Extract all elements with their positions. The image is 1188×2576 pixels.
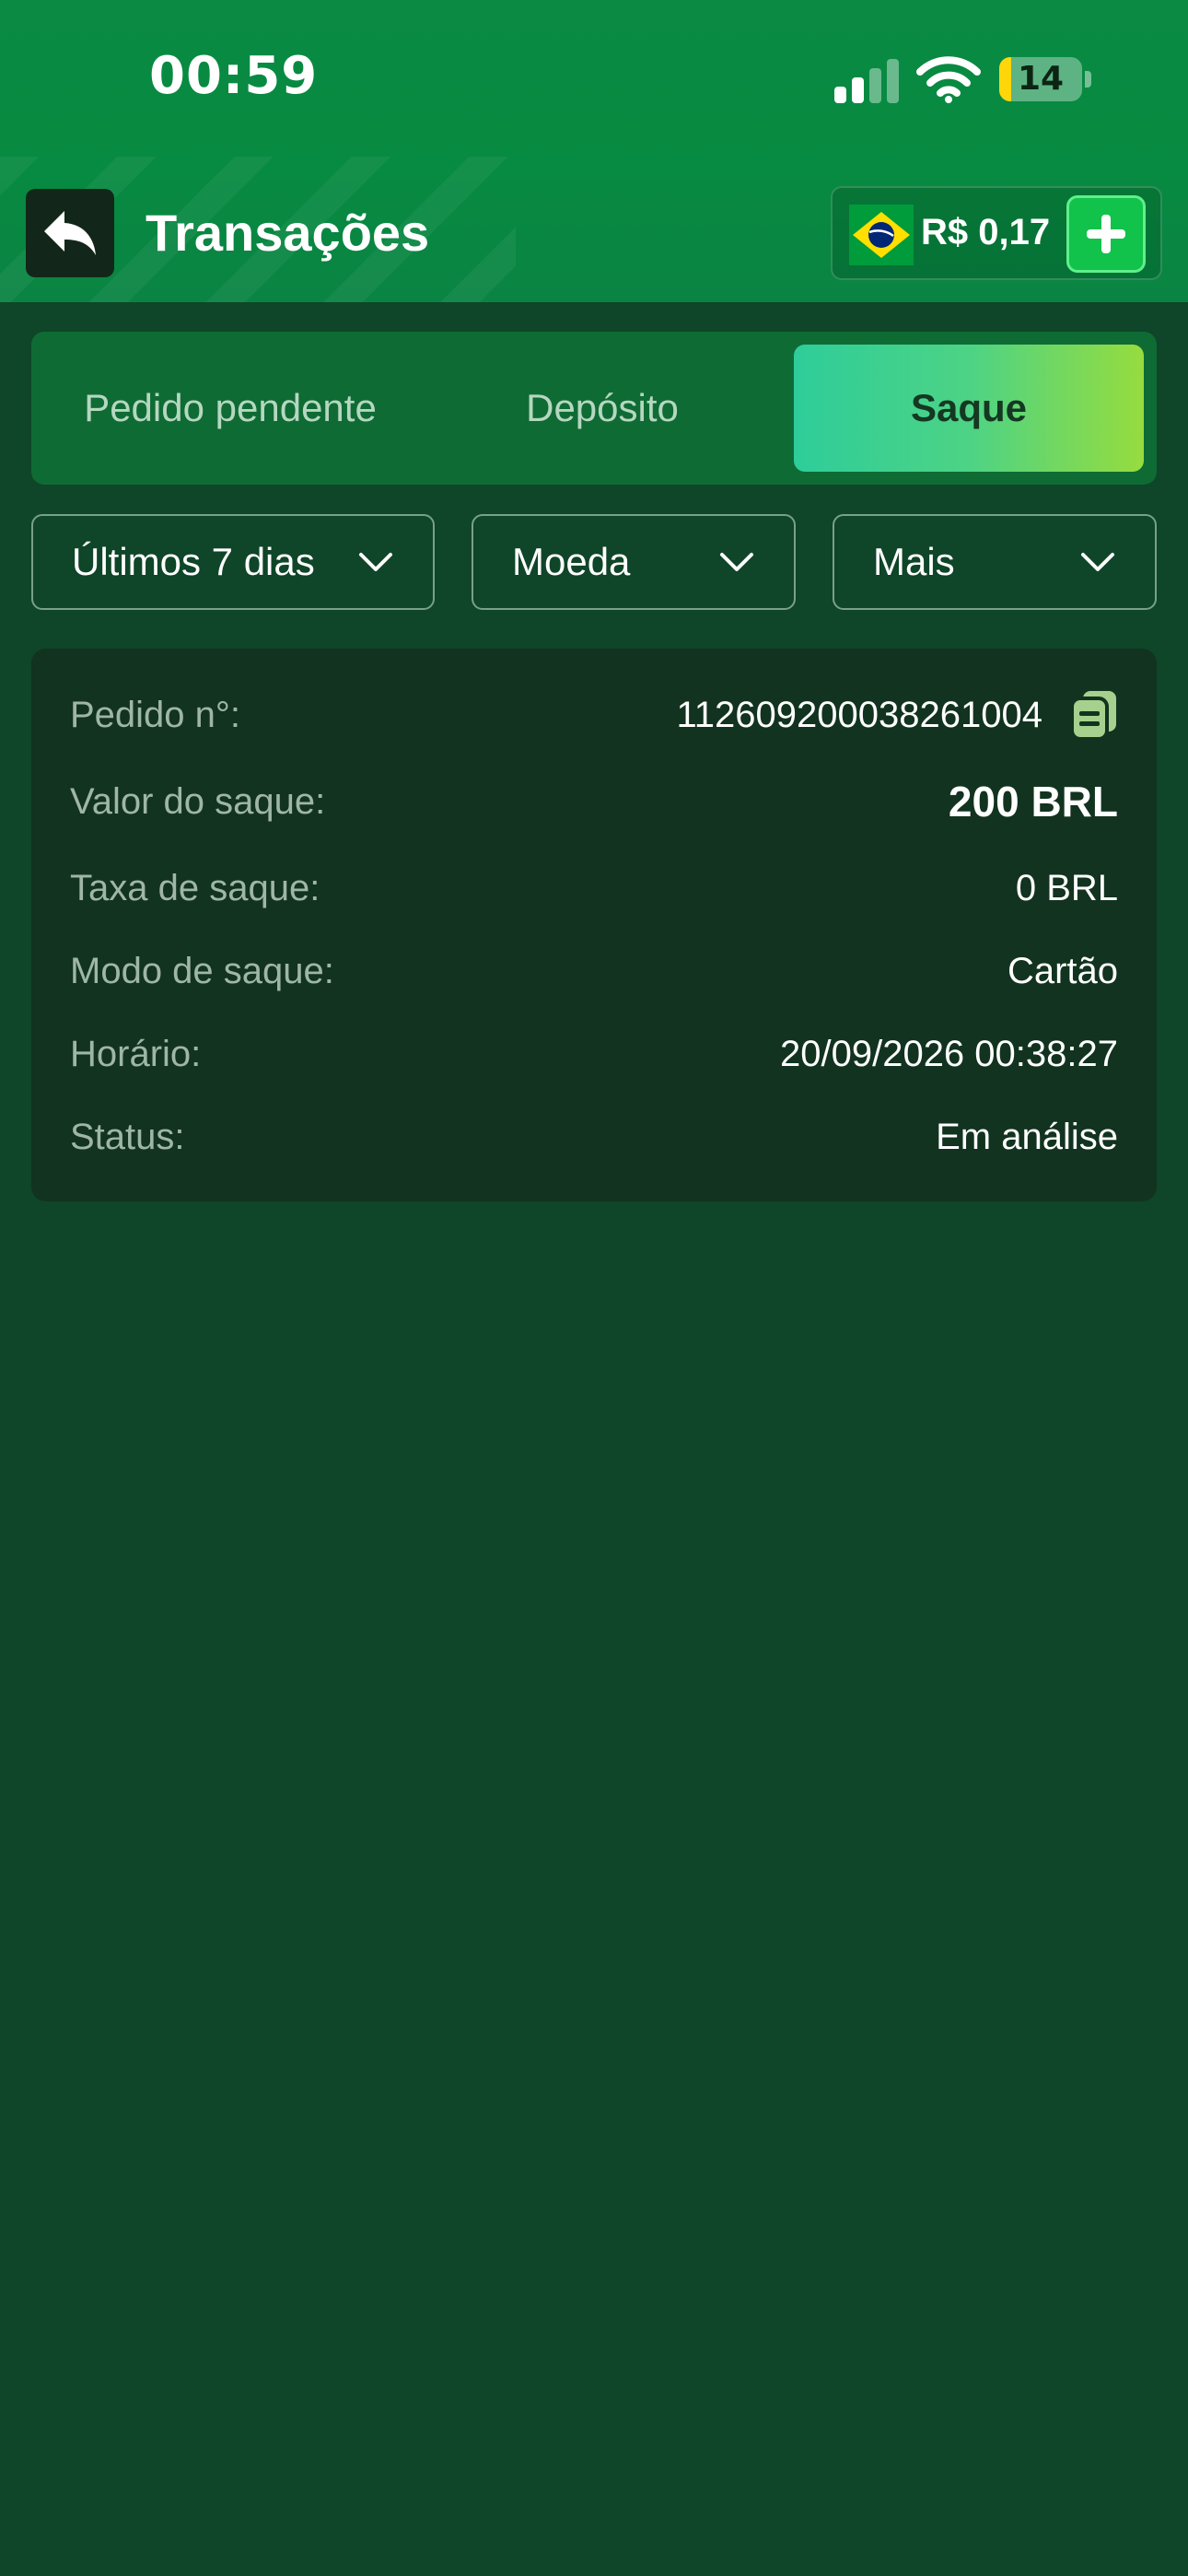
plus-icon [1087, 215, 1125, 253]
filter-period-label: Últimos 7 dias [72, 540, 315, 583]
page-title: Transações [146, 204, 430, 262]
chevron-down-icon [720, 553, 753, 571]
balance-widget[interactable]: R$ 0,17 [831, 186, 1162, 280]
back-button[interactable] [26, 189, 114, 277]
row-time: Horário: 20/09/2026 00:38:27 [70, 1026, 1118, 1082]
status-time: 00:59 [149, 46, 319, 106]
battery-nub [1085, 71, 1091, 88]
cellular-signal-icon [834, 57, 899, 103]
withdraw-fee-label: Taxa de saque: [70, 867, 320, 908]
header-bar: 00:59 14 Transações R$ 0,17 [0, 0, 1188, 302]
order-number-value-group: 1126092000382610​04 [677, 689, 1118, 741]
wifi-icon [916, 56, 981, 103]
battery-percent: 14 [1017, 60, 1065, 98]
row-status: Status: Em análise [70, 1109, 1118, 1165]
add-funds-button[interactable] [1066, 195, 1146, 273]
withdraw-mode-value: Cartão [1007, 950, 1118, 991]
transaction-tabs: Pedido pendente Depósito Saque [31, 332, 1157, 485]
status-label: Status: [70, 1116, 185, 1157]
time-value: 20/09/2026 00:38:27 [779, 1033, 1118, 1074]
copy-icon[interactable] [1070, 689, 1118, 741]
transaction-card: Pedido n°: 1126092000382610​04 Valor do … [31, 649, 1157, 1201]
filter-more-label: Mais [873, 540, 955, 583]
tab-deposito[interactable]: Depósito [418, 345, 786, 472]
withdraw-mode-label: Modo de saque: [70, 950, 334, 991]
back-arrow-icon [44, 211, 96, 255]
chevron-down-icon [359, 553, 392, 571]
row-order-number: Pedido n°: 1126092000382610​04 [70, 687, 1118, 743]
row-withdraw-amount: Valor do saque: 200 BRL [70, 774, 1118, 829]
filter-period-dropdown[interactable]: Últimos 7 dias [31, 514, 435, 610]
filter-currency-label: Moeda [512, 540, 631, 583]
filter-more-dropdown[interactable]: Mais [833, 514, 1157, 610]
battery-icon: 14 [999, 57, 1082, 101]
brazil-flag-icon [849, 205, 914, 265]
balance-amount: R$ 0,17 [921, 212, 1051, 252]
withdraw-fee-value: 0 BRL [1015, 867, 1118, 908]
status-value: Em análise [936, 1116, 1118, 1157]
filter-currency-dropdown[interactable]: Moeda [472, 514, 796, 610]
time-label: Horário: [70, 1033, 202, 1074]
order-number-label: Pedido n°: [70, 694, 241, 735]
row-withdraw-fee: Taxa de saque: 0 BRL [70, 861, 1118, 916]
order-number-value: 1126092000382610​04 [676, 694, 1042, 735]
row-withdraw-mode: Modo de saque: Cartão [70, 943, 1118, 999]
withdraw-amount-value: 200 BRL [948, 778, 1118, 825]
withdraw-amount-label: Valor do saque: [70, 780, 326, 822]
chevron-down-icon [1081, 553, 1114, 571]
tab-pedido-pendente[interactable]: Pedido pendente [46, 345, 414, 472]
tab-saque[interactable]: Saque [794, 345, 1144, 472]
